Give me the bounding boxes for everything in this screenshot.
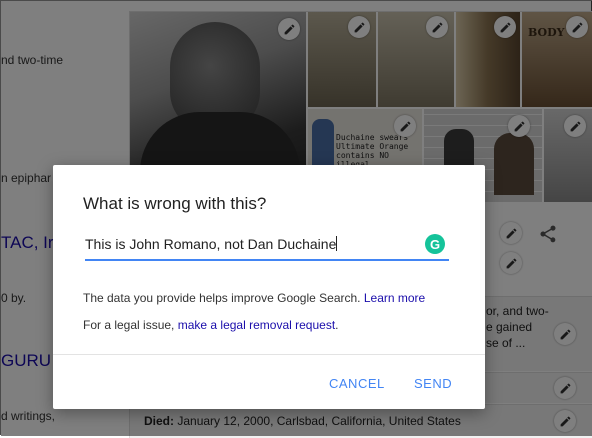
legal-suffix: .: [335, 318, 339, 332]
info-line: The data you provide helps improve Googl…: [83, 291, 425, 305]
dialog-title: What is wrong with this?: [83, 194, 267, 213]
text-caret: [336, 236, 338, 251]
feedback-input[interactable]: This is John Romano, not Dan Duchaine G: [85, 231, 449, 261]
feedback-input-value[interactable]: This is John Romano, not Dan Duchaine: [85, 236, 338, 252]
cancel-button[interactable]: CANCEL: [329, 376, 385, 391]
feedback-text: This is John Romano, not Dan Duchaine: [85, 236, 337, 252]
legal-removal-link[interactable]: make a legal removal request: [178, 318, 335, 332]
learn-more-link[interactable]: Learn more: [364, 291, 425, 305]
legal-text: For a legal issue,: [83, 318, 175, 332]
legal-line: For a legal issue, make a legal removal …: [83, 318, 339, 332]
info-text: The data you provide helps improve Googl…: [83, 291, 361, 305]
grammarly-icon[interactable]: G: [425, 234, 445, 254]
send-button[interactable]: SEND: [414, 376, 452, 391]
feedback-dialog: What is wrong with this? This is John Ro…: [53, 165, 485, 409]
dialog-divider: [53, 354, 485, 355]
